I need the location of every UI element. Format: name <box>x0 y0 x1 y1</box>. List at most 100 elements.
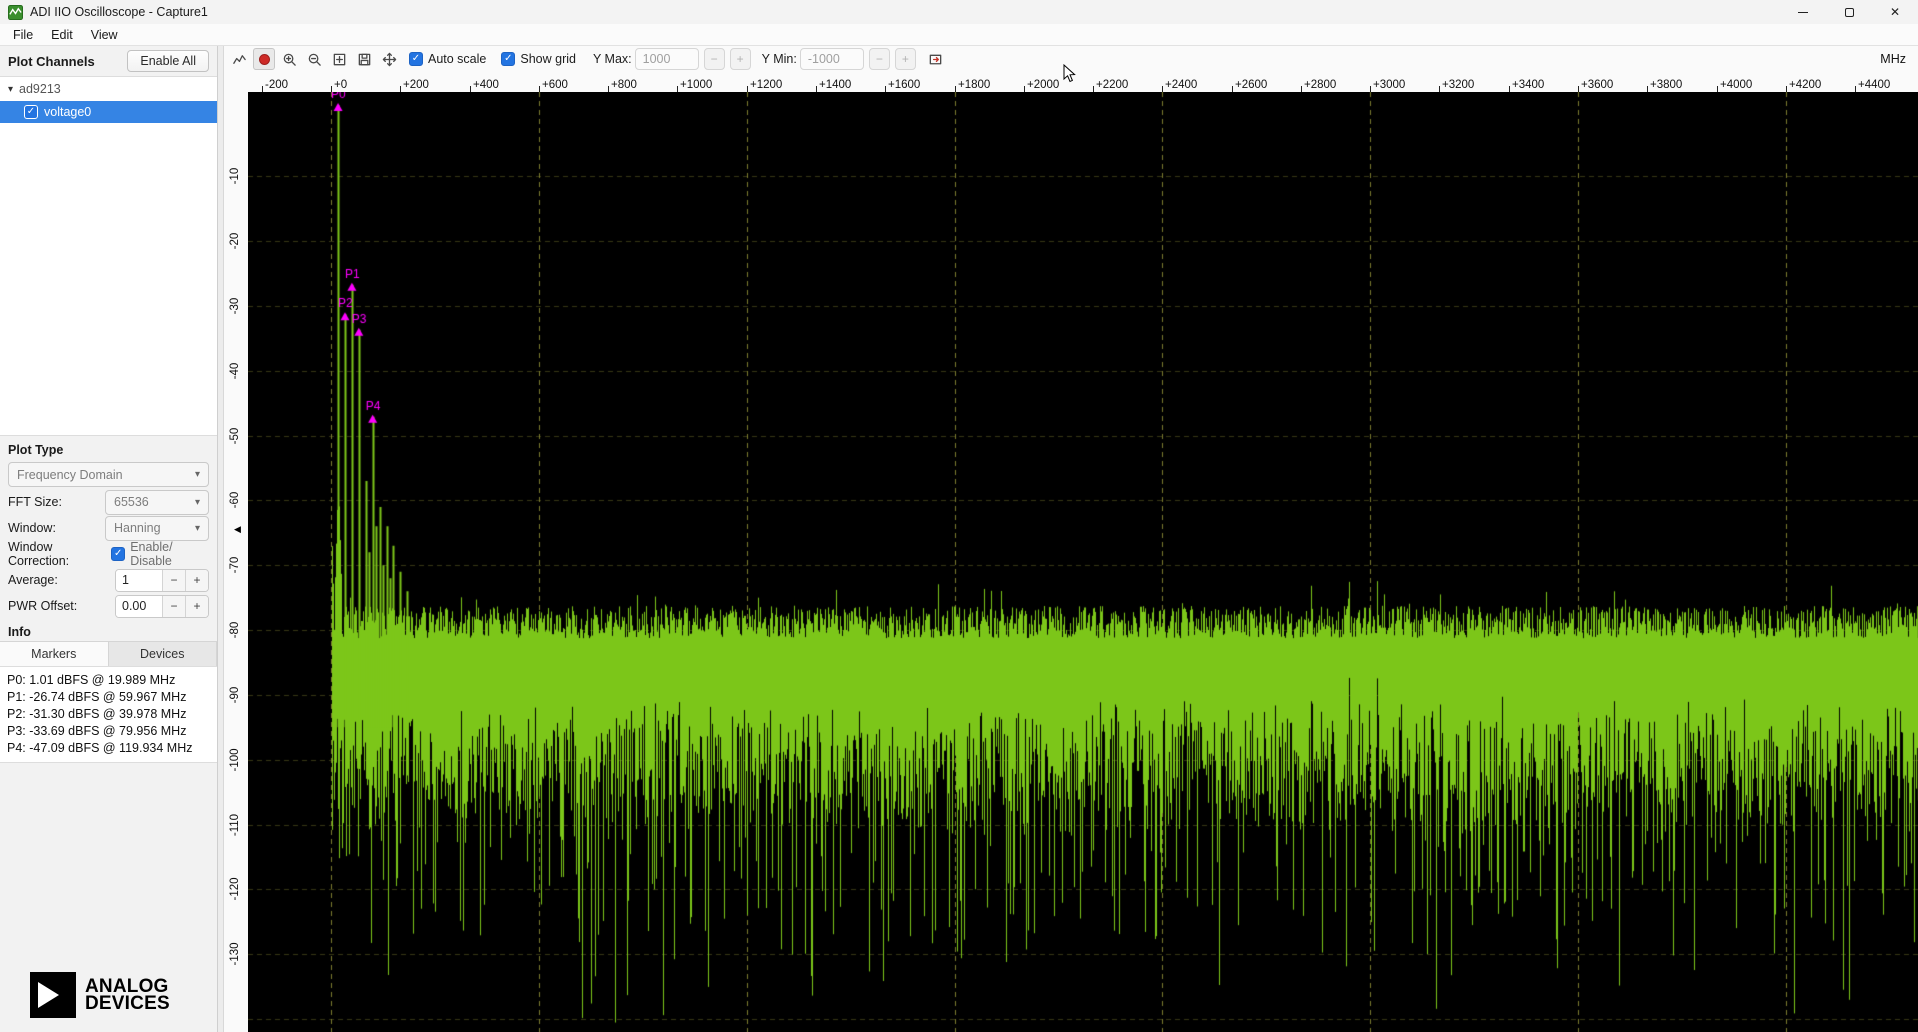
app-window: ADI IIO Oscilloscope - Capture1 ✕ File E… <box>0 0 1918 1032</box>
channel-checkbox[interactable]: ✓ <box>24 105 38 119</box>
plot-toolbar: ✓ Auto scale ✓ Show grid Y Max: − + Y Mi… <box>224 46 1918 72</box>
pan-move-icon[interactable] <box>378 48 400 70</box>
show-grid-toggle[interactable]: ✓ Show grid <box>501 52 576 66</box>
y-max-plus-button[interactable]: + <box>730 48 751 70</box>
average-minus-button[interactable]: − <box>162 570 185 591</box>
marker-readout-p3: P3: -33.69 dBFS @ 79.956 MHz <box>7 723 210 740</box>
zoom-out-icon[interactable] <box>303 48 325 70</box>
adi-triangle-icon <box>30 972 76 1018</box>
x-tick-label: +400 <box>470 79 499 92</box>
logo-line2: DEVICES <box>85 995 170 1012</box>
average-plus-button[interactable]: + <box>185 570 208 591</box>
window-dropdown[interactable]: Hanning ▾ <box>105 516 209 541</box>
y-min-label: Y Min: <box>762 52 797 66</box>
plot-pane: ✓ Auto scale ✓ Show grid Y Max: − + Y Mi… <box>224 46 1918 1032</box>
pwr-offset-minus-button[interactable]: − <box>162 596 185 617</box>
info-label: Info <box>0 619 217 641</box>
tab-devices[interactable]: Devices <box>109 642 218 666</box>
y-tick-label: -130 <box>229 942 241 965</box>
enable-all-button[interactable]: Enable All <box>127 50 209 72</box>
plot-type-value: Frequency Domain <box>17 468 123 482</box>
x-tick-label: +3000 <box>1370 79 1405 92</box>
window-correction-value: Enable/ Disable <box>130 540 209 568</box>
x-tick-label: +0 <box>331 79 347 92</box>
save-image-icon[interactable] <box>353 48 375 70</box>
marker-readout-p1: P1: -26.74 dBFS @ 59.967 MHz <box>7 689 210 706</box>
plot-type-dropdown[interactable]: Frequency Domain ▾ <box>8 462 209 487</box>
auto-scale-checkbox[interactable]: ✓ <box>409 52 423 66</box>
y-tick-label: -90 <box>229 687 241 704</box>
zoom-in-icon[interactable] <box>278 48 300 70</box>
tree-row-channel[interactable]: ✓ voltage0 <box>0 101 217 123</box>
show-grid-checkbox[interactable]: ✓ <box>501 52 515 66</box>
minimize-button[interactable] <box>1780 0 1826 24</box>
marker-readout-p0: P0: 1.01 dBFS @ 19.989 MHz <box>7 672 210 689</box>
x-tick-label: +3200 <box>1439 79 1474 92</box>
x-tick-label: +1400 <box>816 79 851 92</box>
x-tick-label: +3400 <box>1509 79 1544 92</box>
x-tick-label: +2400 <box>1162 79 1197 92</box>
y-max-label: Y Max: <box>593 52 632 66</box>
x-tick-label: +4400 <box>1855 79 1890 92</box>
menu-file[interactable]: File <box>4 26 42 44</box>
x-tick-label: +1000 <box>677 79 712 92</box>
plot-type-label: Plot Type <box>0 436 217 460</box>
y-tick-label: -80 <box>229 622 241 639</box>
x-tick-label: +2000 <box>1024 79 1059 92</box>
average-stepper: − + <box>115 569 209 592</box>
average-input[interactable] <box>116 570 162 591</box>
window-title: ADI IIO Oscilloscope - Capture1 <box>30 5 208 19</box>
close-icon: ✕ <box>1890 5 1900 19</box>
close-button[interactable]: ✕ <box>1872 0 1918 24</box>
auto-scale-label: Auto scale <box>428 52 486 66</box>
fft-size-dropdown[interactable]: 65536 ▾ <box>105 490 209 515</box>
y-min-plus-button[interactable]: + <box>895 48 916 70</box>
x-tick-label: +2600 <box>1232 79 1267 92</box>
y-tick-label: -30 <box>229 298 241 315</box>
maximize-button[interactable] <box>1826 0 1872 24</box>
pwr-offset-plus-button[interactable]: + <box>185 596 208 617</box>
x-tick-label: +3600 <box>1578 79 1613 92</box>
y-max-minus-button[interactable]: − <box>704 48 725 70</box>
menu-view[interactable]: View <box>82 26 127 44</box>
marker-list: P0: 1.01 dBFS @ 19.989 MHz P1: -26.74 dB… <box>0 666 217 763</box>
app-icon <box>8 5 23 20</box>
x-tick-label: +1600 <box>885 79 920 92</box>
x-tick-label: -200 <box>262 79 288 92</box>
fft-size-label: FFT Size: <box>8 495 62 509</box>
chevron-down-icon: ▾ <box>189 523 200 534</box>
analog-devices-logo: ANALOG DEVICES <box>0 962 217 1032</box>
x-tick-label: +3800 <box>1647 79 1682 92</box>
window-controls: ✕ <box>1780 0 1918 24</box>
y-min-input[interactable] <box>800 48 864 70</box>
x-tick-label: +600 <box>539 79 568 92</box>
tab-markers[interactable]: Markers <box>0 642 109 666</box>
expander-icon[interactable]: ▾ <box>8 84 13 95</box>
detach-plot-icon[interactable] <box>925 48 947 70</box>
chevron-down-icon: ▾ <box>189 497 200 508</box>
marker-readout-p2: P2: -31.30 dBFS @ 39.978 MHz <box>7 706 210 723</box>
menu-edit[interactable]: Edit <box>42 26 82 44</box>
x-tick-label: +800 <box>608 79 637 92</box>
zoom-fit-icon[interactable] <box>328 48 350 70</box>
y-tick-label: -120 <box>229 877 241 900</box>
y-min-minus-button[interactable]: − <box>869 48 890 70</box>
window-label: Window: <box>8 521 56 535</box>
minimize-icon <box>1798 12 1808 13</box>
y-tick-label: -50 <box>229 428 241 445</box>
y-tick-label: -20 <box>229 233 241 250</box>
capture-record-button[interactable] <box>253 48 275 70</box>
axis-pan-arrow-icon[interactable]: ◀ <box>234 524 241 535</box>
y-max-input[interactable] <box>635 48 699 70</box>
spectrum-canvas[interactable] <box>248 92 1918 1032</box>
auto-scale-toggle[interactable]: ✓ Auto scale <box>409 52 486 66</box>
pwr-offset-input[interactable] <box>116 596 162 617</box>
sidebar: Plot Channels Enable All ▾ ad9213 ✓ volt… <box>0 46 218 1032</box>
y-tick-label: -60 <box>229 492 241 509</box>
show-grid-label: Show grid <box>520 52 576 66</box>
plot-icon[interactable] <box>228 48 250 70</box>
window-correction-checkbox[interactable]: ✓ <box>111 547 125 561</box>
x-axis: -200+0+200+400+600+800+1000+1200+1400+16… <box>248 72 1918 92</box>
tree-row-device[interactable]: ▾ ad9213 <box>0 77 217 101</box>
record-icon <box>259 54 270 65</box>
